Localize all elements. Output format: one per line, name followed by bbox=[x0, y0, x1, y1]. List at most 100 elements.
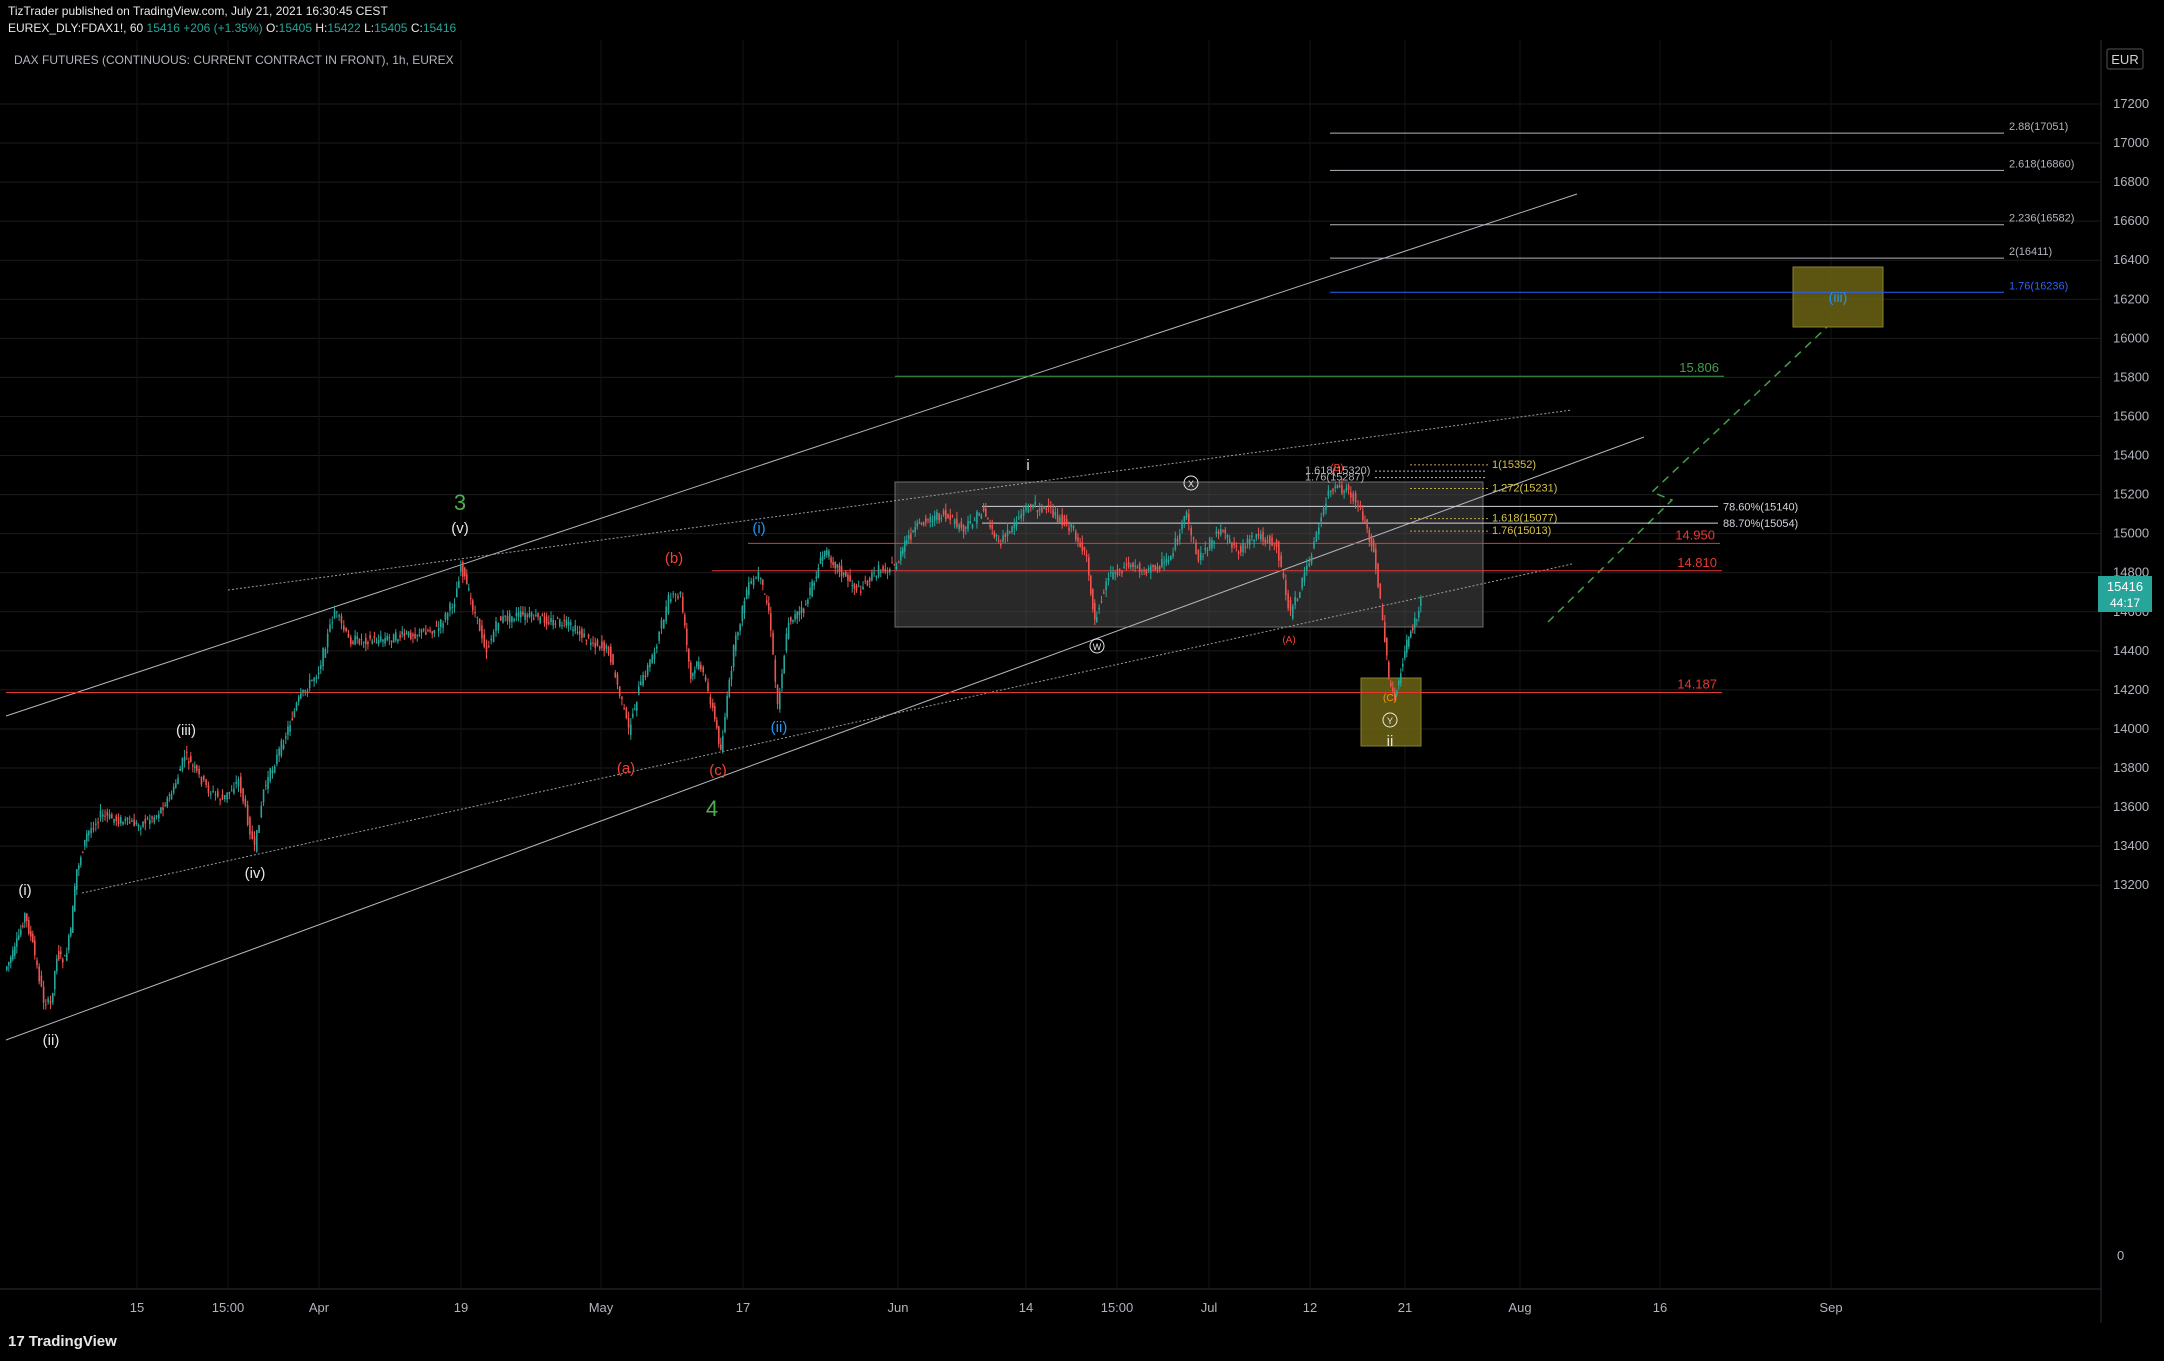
price-axis[interactable]: 17200 17000 16800 16600 16400 16200 16000 15800… bbox=[2113, 96, 2149, 892]
symbol-name[interactable]: EUREX_DLY:FDAX1!, 60 bbox=[8, 21, 143, 35]
candle-body bbox=[278, 748, 280, 756]
candle-body bbox=[1381, 606, 1384, 621]
candle-body bbox=[367, 641, 369, 645]
candle-body bbox=[289, 725, 291, 732]
wave-label-iii: (iii) bbox=[176, 722, 196, 739]
open-value: 15405 bbox=[278, 21, 313, 35]
candle-body bbox=[845, 571, 847, 577]
time-axis-label: Sep bbox=[1819, 1300, 1842, 1315]
chart-canvas[interactable]: 2.88(17051) 2.618(16860) 2.236(16582) 2(164… bbox=[0, 40, 2164, 1323]
candle-body bbox=[836, 564, 839, 568]
candle-body bbox=[1244, 546, 1247, 548]
candle-body bbox=[860, 591, 862, 593]
candle-body bbox=[1416, 619, 1418, 621]
candle-body bbox=[774, 659, 777, 683]
candle-body bbox=[1255, 533, 1258, 539]
candle-body bbox=[653, 651, 656, 660]
candle-body bbox=[1056, 514, 1059, 523]
candle-body bbox=[72, 906, 74, 933]
candle-body bbox=[476, 616, 479, 618]
wave-label-B: (B) bbox=[1330, 463, 1343, 474]
candle-body bbox=[66, 953, 68, 961]
candle-body bbox=[1260, 534, 1262, 540]
candle-body bbox=[838, 565, 841, 572]
candle-body bbox=[488, 645, 490, 647]
candle-body bbox=[819, 557, 822, 564]
candle-body bbox=[97, 822, 99, 824]
candle-body bbox=[800, 607, 803, 613]
candle-body bbox=[1299, 592, 1301, 598]
low-value: 15405 bbox=[374, 21, 408, 35]
candle-body bbox=[864, 580, 867, 582]
candle-body bbox=[1217, 531, 1220, 535]
candle-body bbox=[594, 642, 597, 648]
candle-body bbox=[253, 836, 256, 846]
candle-body bbox=[144, 818, 147, 824]
candle-body bbox=[140, 828, 142, 830]
candle-body bbox=[1192, 537, 1195, 539]
candle-body bbox=[694, 670, 696, 674]
low-label: L: bbox=[364, 21, 375, 35]
candle-body bbox=[513, 618, 515, 621]
candle-body bbox=[30, 931, 32, 937]
candle-body bbox=[1320, 517, 1322, 522]
candle-body bbox=[743, 600, 746, 614]
candle-body bbox=[1257, 533, 1260, 536]
candle-body bbox=[414, 633, 416, 639]
candle-body bbox=[186, 751, 188, 754]
chart-area[interactable]: 2.88(17051) 2.618(16860) 2.236(16582) 2(164… bbox=[0, 40, 2164, 1323]
candle-body bbox=[590, 642, 592, 645]
candle-body bbox=[113, 818, 115, 823]
candle-body bbox=[82, 851, 84, 853]
candle-body bbox=[1103, 592, 1105, 594]
price-axis-zero: 0 bbox=[2117, 1248, 2124, 1263]
candle-body bbox=[502, 616, 504, 623]
candle-body bbox=[326, 633, 329, 648]
candle-body bbox=[1085, 554, 1088, 557]
time-axis-label: May bbox=[589, 1300, 614, 1315]
wave-label-4: 4 bbox=[706, 796, 718, 821]
candle-body bbox=[251, 831, 254, 839]
candle-body bbox=[904, 540, 906, 552]
candle-body bbox=[1179, 533, 1181, 540]
candle-body bbox=[1134, 565, 1137, 568]
candle-body bbox=[1262, 532, 1264, 542]
candle-body bbox=[898, 562, 900, 564]
candle-body bbox=[1366, 519, 1368, 529]
candle-body bbox=[1242, 543, 1244, 553]
candle-body bbox=[730, 670, 733, 680]
price-axis-label: 16600 bbox=[2113, 213, 2149, 228]
tradingview-logo[interactable]: 17 TradingView bbox=[8, 1333, 117, 1350]
candle-body bbox=[483, 634, 486, 647]
candle-body bbox=[214, 794, 217, 796]
candle-body bbox=[111, 814, 113, 819]
candle-body bbox=[1006, 529, 1009, 536]
candle-body bbox=[1015, 521, 1018, 527]
candle-body bbox=[1404, 651, 1406, 659]
candle-body bbox=[1285, 580, 1287, 595]
candle-body bbox=[1054, 512, 1057, 516]
wave-label-blue-iii: (iii) bbox=[1829, 289, 1848, 305]
candle-body bbox=[282, 744, 285, 749]
candle-body bbox=[269, 768, 272, 781]
candle-body bbox=[561, 625, 563, 627]
candle-body bbox=[56, 958, 58, 972]
price-axis-label: 15400 bbox=[2113, 448, 2149, 463]
candle-body bbox=[1306, 565, 1308, 571]
candle-body bbox=[1357, 505, 1359, 507]
candle-body bbox=[515, 613, 518, 617]
candle-body bbox=[418, 634, 421, 636]
candle-body bbox=[427, 630, 429, 632]
candle-body bbox=[142, 821, 144, 827]
candle-body bbox=[866, 580, 869, 586]
candle-body bbox=[95, 823, 97, 825]
candle-body bbox=[548, 622, 550, 624]
candle-body bbox=[1264, 539, 1267, 544]
candle-body bbox=[807, 599, 809, 604]
candle-body bbox=[660, 620, 663, 629]
candle-body bbox=[401, 631, 404, 635]
candle-body bbox=[1075, 531, 1077, 540]
candle-body bbox=[965, 526, 967, 529]
candle-body bbox=[925, 518, 927, 523]
candle-body bbox=[217, 791, 219, 797]
